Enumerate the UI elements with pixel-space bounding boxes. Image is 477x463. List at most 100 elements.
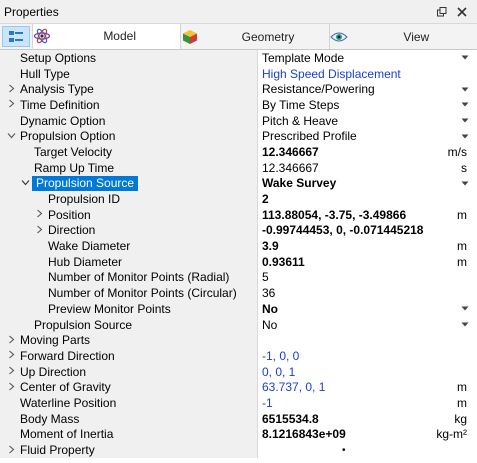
property-row[interactable]: Fluid Property • xyxy=(0,442,477,458)
property-name-cell[interactable]: Hull Type xyxy=(0,65,258,82)
property-row[interactable]: Wake Diameter 3.9 m xyxy=(0,238,477,254)
property-value-cell[interactable]: -1, 0, 0 xyxy=(258,348,477,364)
chevron-down-icon[interactable] xyxy=(18,178,32,188)
property-value-cell[interactable]: -1 m xyxy=(258,395,477,411)
dropdown-arrow-icon[interactable] xyxy=(461,113,469,129)
property-value-cell[interactable]: 36 xyxy=(258,285,477,301)
property-row[interactable]: Analysis Type Resistance/Powering xyxy=(0,81,477,98)
property-name-cell[interactable]: Propulsion Option xyxy=(0,128,258,145)
property-value-cell[interactable]: 8.1216843e+09 kg-m² xyxy=(258,427,477,443)
tab-geometry[interactable]: Geometry xyxy=(180,24,328,49)
property-name-cell[interactable]: Up Direction xyxy=(0,363,258,380)
dropdown-arrow-icon[interactable] xyxy=(461,128,469,144)
dropdown-arrow-icon[interactable] xyxy=(461,81,469,97)
tab-model[interactable]: Model xyxy=(32,24,181,49)
property-row[interactable]: Ramp Up Time 12.346667 s xyxy=(0,159,477,176)
property-value-cell[interactable]: By Time Steps xyxy=(258,97,477,113)
property-name-cell[interactable]: Waterline Position xyxy=(0,395,258,411)
property-value-cell[interactable]: 6515534.8 kg xyxy=(258,411,477,427)
chevron-right-icon[interactable] xyxy=(4,366,18,377)
property-row[interactable]: Propulsion Source No xyxy=(0,316,477,333)
property-row[interactable]: Hub Diameter 0.93611 m xyxy=(0,253,477,270)
chevron-right-icon[interactable] xyxy=(4,335,18,346)
chevron-right-icon[interactable] xyxy=(4,382,18,393)
property-row[interactable]: Target Velocity 12.346667 m/s xyxy=(0,144,477,160)
property-name-cell[interactable]: Target Velocity xyxy=(0,144,258,160)
property-row[interactable]: Hull Type High Speed Displacement xyxy=(0,65,477,82)
property-name-cell[interactable]: Body Mass xyxy=(0,410,258,427)
property-row[interactable]: Propulsion Option Prescribed Profile xyxy=(0,128,477,145)
property-value-cell[interactable]: 3.9 m xyxy=(258,238,477,254)
chevron-right-icon[interactable] xyxy=(4,350,18,361)
property-value-cell[interactable]: No xyxy=(258,317,477,333)
property-name-cell[interactable]: Direction xyxy=(0,222,258,239)
property-value-cell[interactable]: Resistance/Powering xyxy=(258,81,477,97)
property-value-cell[interactable] xyxy=(258,332,477,348)
property-name-cell[interactable]: Moment of Inertia xyxy=(0,426,258,443)
property-value-cell[interactable]: Wake Survey xyxy=(258,176,477,192)
dropdown-arrow-icon[interactable] xyxy=(461,301,469,317)
dropdown-arrow-icon[interactable] xyxy=(461,176,469,192)
property-row[interactable]: Center of Gravity 63.737, 0, 1 m xyxy=(0,379,477,396)
property-row[interactable]: Propulsion ID 2 xyxy=(0,191,477,207)
property-value-cell[interactable]: 63.737, 0, 1 m xyxy=(258,379,477,395)
property-row[interactable]: Moment of Inertia 8.1216843e+09 kg-m² xyxy=(0,426,477,443)
property-value-cell[interactable]: -0.99744453, 0, -0.071445218 xyxy=(258,223,477,239)
property-name-cell[interactable]: Propulsion Source xyxy=(0,175,258,192)
property-value-cell[interactable]: 113.88054, -3.75, -3.49866 m xyxy=(258,207,477,223)
property-name-cell[interactable]: Hub Diameter xyxy=(0,253,258,270)
chevron-right-icon[interactable] xyxy=(32,209,46,220)
property-name-cell[interactable]: Preview Monitor Points xyxy=(0,301,258,317)
property-row[interactable]: Number of Monitor Points (Radial) 5 xyxy=(0,269,477,286)
property-name-cell[interactable]: Fluid Property xyxy=(0,442,258,458)
property-name-cell[interactable]: Number of Monitor Points (Circular) xyxy=(0,285,258,301)
property-value-cell[interactable]: High Speed Displacement xyxy=(258,66,477,82)
property-value-cell[interactable]: 12.346667 m/s xyxy=(258,144,477,160)
property-row[interactable]: Number of Monitor Points (Circular) 36 xyxy=(0,285,477,301)
property-row[interactable]: Direction -0.99744453, 0, -0.071445218 xyxy=(0,222,477,239)
chevron-right-icon[interactable] xyxy=(32,225,46,236)
property-value-cell[interactable]: 0, 0, 1 xyxy=(258,364,477,380)
property-row[interactable]: Moving Parts xyxy=(0,332,477,349)
categorized-sort-button[interactable] xyxy=(2,26,30,47)
dropdown-arrow-icon[interactable] xyxy=(461,317,469,333)
property-name-cell[interactable]: Propulsion Source xyxy=(0,316,258,333)
property-name-cell[interactable]: Dynamic Option xyxy=(0,112,258,129)
property-value-cell[interactable]: 0.93611 m xyxy=(258,254,477,270)
property-value-cell[interactable]: Prescribed Profile xyxy=(258,128,477,144)
property-value-cell[interactable]: No xyxy=(258,301,477,317)
property-row[interactable]: Preview Monitor Points No xyxy=(0,301,477,317)
dropdown-arrow-icon[interactable] xyxy=(461,50,469,66)
property-name-cell[interactable]: Moving Parts xyxy=(0,332,258,349)
property-name-cell[interactable]: Ramp Up Time xyxy=(0,159,258,176)
property-name-cell[interactable]: Center of Gravity xyxy=(0,379,258,396)
property-name-cell[interactable]: Analysis Type xyxy=(0,81,258,98)
property-value-cell[interactable]: • xyxy=(258,442,477,458)
property-value-cell[interactable]: 12.346667 s xyxy=(258,160,477,176)
property-name-cell[interactable]: Forward Direction xyxy=(0,348,258,364)
property-name-cell[interactable]: Propulsion ID xyxy=(0,191,258,207)
property-name-cell[interactable]: Time Definition xyxy=(0,97,258,113)
property-row[interactable]: Time Definition By Time Steps xyxy=(0,97,477,113)
close-icon[interactable] xyxy=(453,3,471,21)
dropdown-arrow-icon[interactable] xyxy=(461,97,469,113)
property-value-cell[interactable]: 2 xyxy=(258,191,477,207)
property-name-cell[interactable]: Number of Monitor Points (Radial) xyxy=(0,269,258,286)
chevron-right-icon[interactable] xyxy=(4,84,18,95)
tab-view[interactable]: View xyxy=(328,24,477,49)
property-row[interactable]: Up Direction 0, 0, 1 xyxy=(0,363,477,380)
property-row[interactable]: Waterline Position -1 m xyxy=(0,395,477,411)
property-name-cell[interactable]: Position xyxy=(0,206,258,223)
pin-icon[interactable] xyxy=(433,3,451,21)
property-name-cell[interactable]: Wake Diameter xyxy=(0,238,258,254)
property-row[interactable]: Setup Options Template Mode xyxy=(0,50,477,66)
property-value-cell[interactable]: Pitch & Heave xyxy=(258,113,477,129)
property-value-cell[interactable]: 5 xyxy=(258,270,477,286)
property-name-cell[interactable]: Setup Options xyxy=(0,50,258,66)
property-row[interactable]: Body Mass 6515534.8 kg xyxy=(0,410,477,427)
property-row[interactable]: Forward Direction -1, 0, 0 xyxy=(0,348,477,364)
chevron-right-icon[interactable] xyxy=(4,99,18,110)
chevron-down-icon[interactable] xyxy=(4,131,18,141)
property-row[interactable]: Position 113.88054, -3.75, -3.49866 m xyxy=(0,206,477,223)
property-row[interactable]: Dynamic Option Pitch & Heave xyxy=(0,112,477,129)
